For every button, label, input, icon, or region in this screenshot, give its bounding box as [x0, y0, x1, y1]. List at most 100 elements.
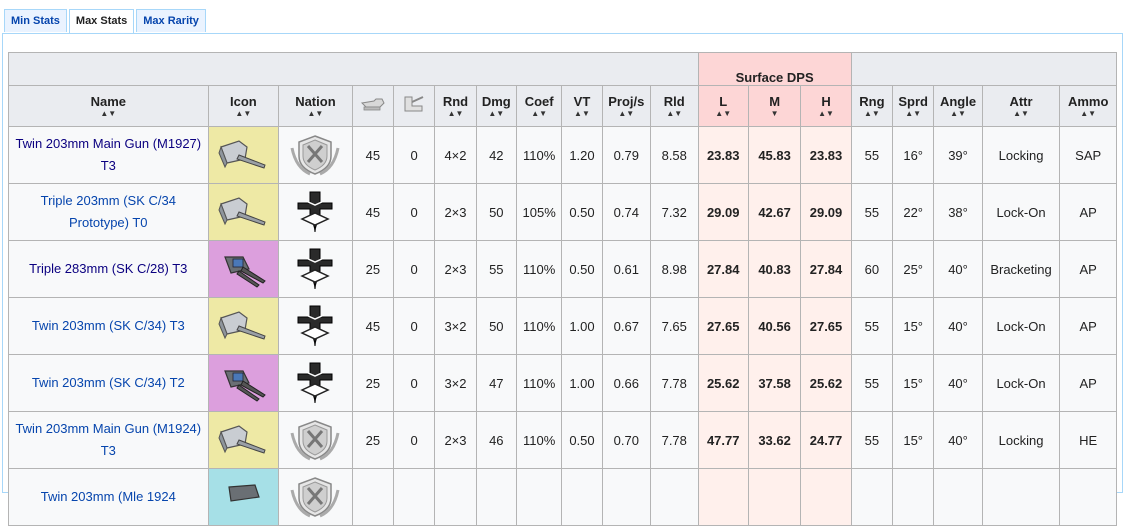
column-label: Ammo: [1067, 93, 1109, 109]
sort-arrows-icon[interactable]: ▲▼: [517, 109, 560, 119]
surface-dps-group-header: Surface DPS: [697, 52, 852, 86]
sort-arrows-icon[interactable]: ▼: [749, 109, 799, 119]
sort-arrows-icon[interactable]: ▲▼: [209, 109, 278, 119]
equipment-name-link[interactable]: Triple 283mm (SK C/28) T3: [29, 261, 187, 276]
sort-arrows-icon[interactable]: ▲▼: [603, 109, 649, 119]
cell-spread: 25°: [892, 240, 935, 298]
table-row: Twin 203mm Main Gun (M1927) T3 45 0 4×2 42 11…: [8, 126, 1117, 184]
cell-projectiles-per-second: 0.70: [601, 411, 652, 469]
column-header-m[interactable]: M ▼: [747, 85, 802, 127]
column-label: Angle: [939, 93, 977, 109]
sort-arrows-icon[interactable]: ▲▼: [563, 109, 601, 119]
naval-gun-icon[interactable]: [209, 304, 278, 348]
naval-gun-icon[interactable]: [209, 133, 278, 177]
column-header-dmg[interactable]: Dmg ▲▼: [475, 85, 517, 127]
cell-dps-medium: 42.67: [747, 183, 802, 241]
iron-cross-icon: [280, 303, 352, 349]
equipment-name-link[interactable]: Twin 203mm (SK C/34) T3: [32, 318, 185, 333]
column-header-vt[interactable]: VT ▲▼: [561, 85, 603, 127]
equipment-name-link[interactable]: Twin 203mm Main Gun (M1927) T3: [15, 136, 201, 173]
sort-arrows-icon[interactable]: ▲▼: [935, 109, 981, 119]
naval-gun-icon[interactable]: [209, 418, 278, 462]
cell-dps-medium: 40.56: [747, 297, 802, 355]
cell-ammo-type: AP: [1059, 183, 1117, 241]
column-header-nation[interactable]: Nation ▲▼: [278, 85, 353, 127]
cell-spread: 15°: [892, 411, 935, 469]
naval-gun-icon[interactable]: [209, 475, 278, 519]
cell-angle: 40°: [933, 240, 983, 298]
cell-range: 60: [850, 240, 894, 298]
naval-gun-icon[interactable]: [209, 190, 278, 234]
sort-arrows-icon[interactable]: ▲▼: [802, 109, 850, 119]
sort-arrows-icon[interactable]: ▲▼: [1061, 109, 1116, 119]
sort-arrows-icon[interactable]: ▲▼: [894, 109, 933, 119]
sort-arrows-icon[interactable]: ▲▼: [852, 109, 891, 119]
cell-ammo-type: AP: [1059, 240, 1117, 298]
equipment-name-link[interactable]: Twin 203mm (SK C/34) T2: [32, 375, 185, 390]
cell-attribute: Lock-On: [981, 183, 1061, 241]
equipment-name-link[interactable]: Twin 203mm Main Gun (M1924) T3: [15, 421, 201, 458]
cell-reload: 8.98: [650, 240, 699, 298]
sort-arrows-icon[interactable]: ▲▼: [651, 109, 697, 119]
naval-gun-icon[interactable]: [209, 361, 278, 405]
column-label: L: [719, 93, 728, 109]
cell-ammo-type: AP: [1059, 297, 1117, 355]
column-header-attr[interactable]: Attr ▲▼: [981, 85, 1061, 127]
column-header-h[interactable]: H ▲▼: [800, 85, 852, 127]
iron-cross-icon: [280, 360, 352, 406]
column-header-icon[interactable]: Icon ▲▼: [207, 85, 280, 127]
column-header-aviation[interactable]: [393, 85, 436, 127]
cell-attribute: Locking: [981, 411, 1061, 469]
column-header-coef[interactable]: Coef ▲▼: [515, 85, 563, 127]
sort-arrows-icon[interactable]: ▲▼: [436, 109, 475, 119]
column-header-angle[interactable]: Angle ▲▼: [933, 85, 983, 127]
cell-reload: 7.78: [650, 354, 699, 412]
column-label: Coef: [524, 93, 554, 109]
crest-icon: [280, 132, 352, 178]
cell-name: Triple 203mm (SK C/34 Prototype) T0: [8, 183, 209, 241]
column-label: Nation: [295, 93, 336, 109]
column-header-projs[interactable]: Proj/s ▲▼: [601, 85, 652, 127]
cell-spread: [892, 468, 935, 526]
sort-arrows-icon[interactable]: ▲▼: [477, 109, 515, 119]
column-header-rnd[interactable]: Rnd ▲▼: [434, 85, 477, 127]
column-header-l[interactable]: L ▲▼: [697, 85, 749, 127]
cell-dps-light: 47.77: [697, 411, 749, 469]
cell-attribute: Bracketing: [981, 240, 1061, 298]
cell-name: Twin 203mm (SK C/34) T3: [8, 297, 209, 355]
cell-reload: 7.65: [650, 297, 699, 355]
column-header-rng[interactable]: Rng ▲▼: [850, 85, 894, 127]
header-column-row: Name ▲▼ Icon ▲▼ Nation ▲▼ Rnd ▲▼ Dmg ▲▼ Coef ▲▼ VT ▲▼…: [8, 85, 1117, 127]
equipment-name-link[interactable]: Triple 203mm (SK C/34 Prototype) T0: [41, 193, 176, 230]
column-header-ammo[interactable]: Ammo ▲▼: [1059, 85, 1117, 127]
tab-max-stats[interactable]: Max Stats: [68, 9, 135, 34]
cell-nation: [278, 411, 353, 469]
cell-ammo-type: AP: [1059, 354, 1117, 412]
table-row: Triple 203mm (SK C/34 Prototype) T0 45 0 2×…: [8, 183, 1117, 241]
iron-cross-icon: [280, 246, 352, 292]
sort-arrows-icon[interactable]: ▲▼: [699, 109, 747, 119]
naval-gun-icon[interactable]: [209, 247, 278, 291]
equipment-name-link[interactable]: Twin 203mm (Mle 1924: [41, 489, 176, 504]
iron-cross-icon: [280, 189, 352, 235]
sort-arrows-icon[interactable]: ▲▼: [9, 109, 207, 119]
sort-arrows-icon[interactable]: ▲▼: [983, 109, 1059, 119]
table-row: Twin 203mm Main Gun (M1924) T3 25 0 2×3 46 11…: [8, 411, 1117, 469]
column-header-rld[interactable]: Rld ▲▼: [650, 85, 699, 127]
column-header-sprd[interactable]: Sprd ▲▼: [892, 85, 935, 127]
cell-nation: [278, 468, 353, 526]
cell-dps-light: [697, 468, 749, 526]
sort-arrows-icon[interactable]: ▲▼: [280, 109, 352, 119]
cell-icon: [207, 297, 280, 355]
cell-rounds: 2×3: [434, 240, 477, 298]
column-header-name[interactable]: Name ▲▼: [8, 85, 209, 127]
cell-icon: [207, 240, 280, 298]
cell-firepower: 25: [351, 354, 395, 412]
column-header-firepower[interactable]: [351, 85, 395, 127]
cell-rounds: [434, 468, 477, 526]
cell-damage: 46: [475, 411, 517, 469]
tab-min-stats[interactable]: Min Stats: [4, 9, 67, 32]
cell-range: 55: [850, 183, 894, 241]
cell-aviation: 0: [393, 411, 436, 469]
tab-max-rarity[interactable]: Max Rarity: [136, 9, 206, 32]
